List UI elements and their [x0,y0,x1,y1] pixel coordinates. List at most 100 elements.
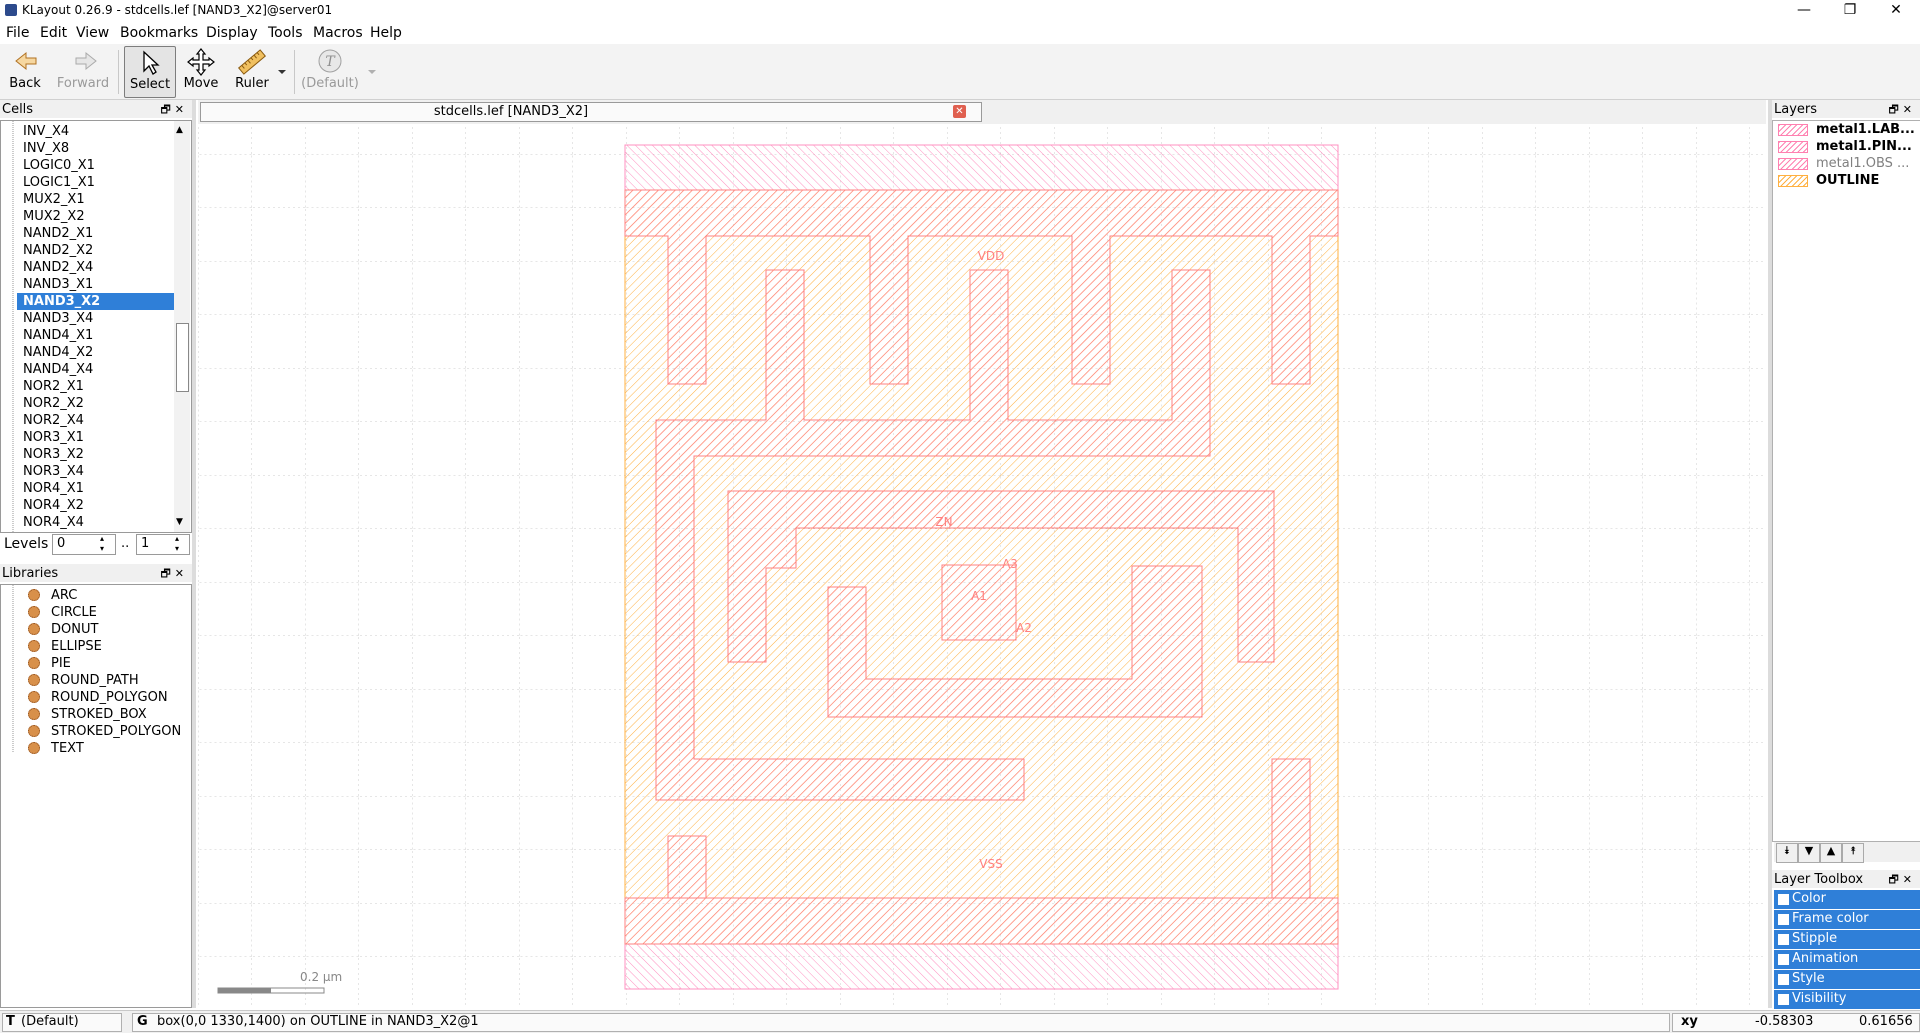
cells-list[interactable]: INV_X4 INV_X8 LOGIC0_X1 LOGIC1_X1 MUX2_X1 MUX… [0,120,192,533]
default-mode-button[interactable]: T (Default) [300,46,360,96]
cell-item[interactable]: NAND3_X4 [23,310,93,327]
layout-tab[interactable]: stdcells.lef [NAND3_X2] ✕ [200,102,982,122]
layer-toolbox-buttons[interactable]: 🗗✕ [1888,871,1916,890]
cell-item[interactable]: NOR2_X2 [23,395,84,412]
layer-toolbox-stipple[interactable]: Stipple [1774,930,1920,949]
layer-toolbox-header: Layer Toolbox 🗗✕ [1772,870,1920,888]
menu-file[interactable]: File [6,25,29,41]
layers-list[interactable] [1772,120,1920,842]
cell-item[interactable]: LOGIC1_X1 [23,174,95,191]
cell-item[interactable]: NAND4_X2 [23,344,93,361]
move-layer-top-icon[interactable]: ⯭ [1842,843,1864,863]
mode-status-text: (Default) [21,1014,79,1029]
level-from-spinbox[interactable]: 0 ▴ ▾ [52,534,116,555]
library-item[interactable]: ROUND_POLYGON [51,689,168,706]
cell-item[interactable]: INV_X4 [23,123,69,140]
libraries-panel-buttons[interactable]: 🗗✕ [160,565,188,584]
back-button[interactable]: Back [2,46,48,96]
mode-indicator: T (Default) [2,1013,122,1032]
library-tree-lines [12,585,14,753]
menu-edit[interactable]: Edit [40,25,67,41]
cell-item[interactable]: NOR2_X1 [23,378,84,395]
back-arrow-icon [15,51,37,71]
layer-label: OUTLINE [1816,173,1880,188]
cells-panel-buttons[interactable]: 🗗✕ [160,101,188,120]
vdd-label: VDD [978,249,1005,263]
library-item[interactable]: CIRCLE [51,604,97,621]
cell-item[interactable]: NOR3_X2 [23,446,84,463]
cell-item[interactable]: NOR3_X4 [23,463,84,480]
close-window-button[interactable]: ✕ [1876,0,1916,22]
cell-item[interactable]: NAND2_X4 [23,259,93,276]
cell-item[interactable]: NAND4_X1 [23,327,93,344]
layer-order-buttons: ⯯ ▼ ▲ ⯭ [1774,842,1920,863]
cells-scrollbar[interactable]: ▲ ▼ [174,121,190,532]
toolbox-checkbox[interactable] [1777,953,1790,966]
move-layer-bottom-icon[interactable]: ⯯ [1776,843,1798,863]
select-button[interactable]: Select [124,46,176,98]
cells-scrollbar-thumb[interactable] [176,323,189,392]
status-bar: T (Default) G box(0,0 1330,1400) on OUTL… [0,1010,1920,1033]
layout-canvas[interactable]: VDD VSS ZN A1 A2 A3 0.2 µm [198,124,1766,1008]
toolbox-label: Frame color [1792,911,1869,926]
toolbox-checkbox[interactable] [1777,893,1790,906]
menu-display[interactable]: Display [206,25,258,41]
menu-view[interactable]: View [76,25,109,41]
move-button[interactable]: Move [178,46,224,96]
library-item[interactable]: DONUT [51,621,98,638]
library-item[interactable]: ARC [51,587,77,604]
ruler-dropdown-icon[interactable] [276,66,288,78]
menu-tools[interactable]: Tools [268,25,303,41]
cell-item[interactable]: INV_X8 [23,140,69,157]
layer-swatch-icon [1778,124,1808,136]
maximize-button[interactable]: ❐ [1830,0,1870,22]
toolbox-checkbox[interactable] [1777,993,1790,1006]
cell-item[interactable]: NAND2_X2 [23,242,93,259]
layer-toolbox-color[interactable]: Color [1774,890,1920,909]
cell-item[interactable]: NAND3_X2 [17,293,180,310]
library-item[interactable]: STROKED_BOX [51,706,147,723]
layer-toolbox-visibility[interactable]: Visibility [1774,990,1920,1009]
library-item[interactable]: TEXT [51,740,84,757]
level-to-spinbox[interactable]: 1 ▴ ▾ [136,534,190,555]
library-item[interactable]: PIE [51,655,71,672]
move-layer-up-icon[interactable]: ▲ [1820,843,1842,863]
forward-button[interactable]: Forward [52,46,114,96]
toolbox-checkbox[interactable] [1777,913,1790,926]
layout-drawing: VDD VSS ZN A1 A2 A3 0.2 µm [198,124,1766,1008]
cell-item[interactable]: NOR3_X1 [23,429,84,446]
layer-toolbox-frame-color[interactable]: Frame color [1774,910,1920,929]
cell-item[interactable]: NAND3_X1 [23,276,93,293]
cell-item[interactable]: MUX2_X1 [23,191,85,208]
cell-item[interactable]: LOGIC0_X1 [23,157,95,174]
a3-label: A3 [1002,557,1018,571]
close-tab-icon[interactable]: ✕ [953,105,966,118]
toolbox-checkbox[interactable] [1777,973,1790,986]
select-pointer-icon [143,50,160,75]
move-layer-down-icon[interactable]: ▼ [1798,843,1820,863]
cell-item[interactable]: NOR2_X4 [23,412,84,429]
layer-label: metal1.PIN... [1816,139,1912,154]
ruler-button[interactable]: Ruler [226,46,278,96]
cell-item[interactable]: NAND2_X1 [23,225,93,242]
cell-item[interactable]: NOR4_X2 [23,497,84,514]
layer-toolbox-animation[interactable]: Animation [1774,950,1920,969]
layers-panel-buttons[interactable]: 🗗✕ [1888,101,1916,120]
cell-item[interactable]: NOR4_X1 [23,480,84,497]
library-item[interactable]: ROUND_PATH [51,672,139,689]
cell-item[interactable]: MUX2_X2 [23,208,85,225]
library-item[interactable]: STROKED_POLYGON [51,723,181,740]
libraries-list[interactable]: ARC CIRCLE DONUT ELLIPSE PIE ROUND_PATH ROUND_… [0,584,192,1008]
cell-item[interactable]: NAND4_X4 [23,361,93,378]
library-item[interactable]: ELLIPSE [51,638,102,655]
left-splitter[interactable] [192,100,196,1008]
toolbox-checkbox[interactable] [1777,933,1790,946]
minimize-button[interactable]: — [1784,0,1824,22]
mode-dropdown-icon[interactable] [366,66,378,78]
menu-bookmarks[interactable]: Bookmarks [120,25,198,41]
menu-macros[interactable]: Macros [313,25,363,41]
menu-help[interactable]: Help [370,25,402,41]
layer-toolbox-style[interactable]: Style [1774,970,1920,989]
library-gear-icon [28,640,40,652]
cell-item[interactable]: NOR4_X4 [23,514,84,531]
